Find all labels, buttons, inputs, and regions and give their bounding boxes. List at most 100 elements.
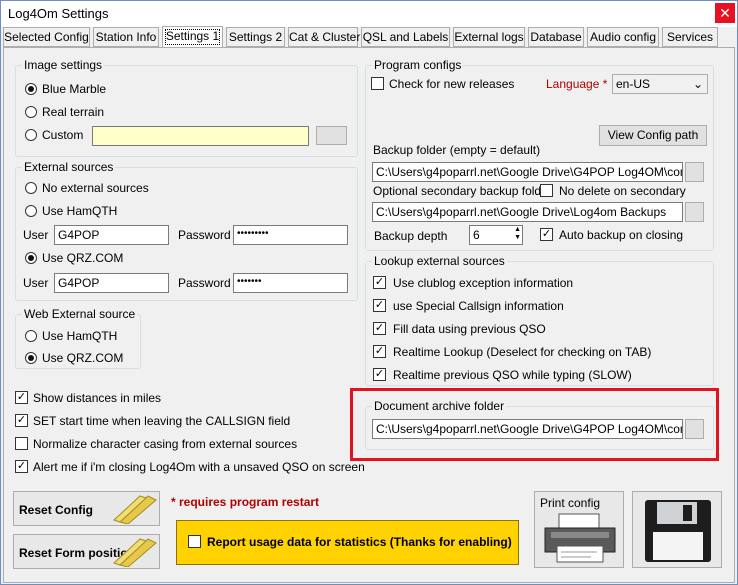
report-usage-checkbox[interactable] bbox=[188, 535, 201, 548]
stepper-arrows-icon[interactable]: ▲ ▼ bbox=[514, 226, 521, 242]
realtime-previous-checkbox[interactable]: ✓ bbox=[373, 368, 386, 381]
web-qrz-label: Use QRZ.COM bbox=[42, 351, 124, 365]
tab-external-logs[interactable]: External logs bbox=[453, 27, 525, 47]
language-label: Language * bbox=[546, 77, 607, 91]
tab-cat-cluster[interactable]: Cat & Cluster bbox=[288, 27, 360, 47]
secondary-folder-input[interactable]: C:\Users\g4poparrl.net\Google Drive\Log4… bbox=[372, 202, 683, 222]
language-select[interactable]: en-US ⌄ bbox=[612, 74, 708, 94]
tab-database[interactable]: Database bbox=[528, 27, 584, 47]
custom-browse-button[interactable] bbox=[316, 126, 347, 145]
wrench-icon bbox=[113, 495, 157, 524]
blue-marble-radio[interactable] bbox=[25, 83, 37, 95]
set-start-time-label: SET start time when leaving the CALLSIGN… bbox=[33, 414, 291, 428]
web-qrz-radio[interactable] bbox=[25, 352, 37, 364]
tab-station-info[interactable]: Station Info bbox=[93, 27, 159, 47]
close-button[interactable]: ✕ bbox=[715, 3, 735, 23]
tab-services[interactable]: Services bbox=[662, 27, 718, 47]
alert-unsaved-checkbox[interactable]: ✓ bbox=[15, 460, 28, 473]
tab-selected-config[interactable]: Selected Config bbox=[3, 27, 90, 47]
wrench-icon bbox=[113, 538, 157, 567]
print-config-button[interactable]: Print config bbox=[534, 491, 624, 568]
real-terrain-label: Real terrain bbox=[42, 105, 105, 119]
qrz-password-input[interactable]: ••••••• bbox=[233, 273, 348, 293]
web-external-legend: Web External source bbox=[22, 307, 138, 321]
reset-config-label: Reset Config bbox=[19, 503, 94, 517]
no-external-label: No external sources bbox=[42, 181, 149, 195]
show-distances-checkbox[interactable]: ✓ bbox=[15, 391, 28, 404]
tab-audio-config[interactable]: Audio config bbox=[587, 27, 659, 47]
alert-unsaved-label: Alert me if i'm closing Log4Om with a un… bbox=[33, 460, 365, 474]
set-start-time-checkbox[interactable]: ✓ bbox=[15, 414, 28, 427]
hamqth-password-label: Password bbox=[178, 228, 231, 242]
realtime-lookup-checkbox[interactable]: ✓ bbox=[373, 345, 386, 358]
report-usage-panel: Report usage data for statistics (Thanks… bbox=[176, 520, 519, 565]
auto-backup-checkbox[interactable]: ✓ bbox=[540, 228, 553, 241]
web-hamqth-radio[interactable] bbox=[25, 330, 37, 342]
language-label-text: Language bbox=[546, 77, 600, 91]
clublog-checkbox[interactable]: ✓ bbox=[373, 276, 386, 289]
language-required-mark: * bbox=[602, 77, 608, 91]
requires-restart-note: * requires program restart bbox=[171, 495, 320, 509]
tab-qsl-labels[interactable]: QSL and Labels bbox=[361, 27, 450, 47]
program-configs-legend: Program configs bbox=[372, 58, 464, 72]
lookup-sources-legend: Lookup external sources bbox=[372, 254, 507, 268]
check-releases-label: Check for new releases bbox=[389, 77, 515, 91]
special-callsign-label: use Special Callsign information bbox=[393, 299, 564, 313]
qrz-password-label: Password bbox=[178, 276, 231, 290]
no-external-radio[interactable] bbox=[25, 182, 37, 194]
title-bar: Log4Om Settings ✕ bbox=[1, 1, 737, 27]
custom-radio[interactable] bbox=[25, 129, 37, 141]
save-button[interactable] bbox=[632, 491, 722, 568]
no-delete-secondary-checkbox[interactable] bbox=[540, 184, 553, 197]
backup-folder-input[interactable]: C:\Users\g4poparrl.net\Google Drive\G4PO… bbox=[372, 162, 683, 182]
normalize-casing-label: Normalize character casing from external… bbox=[33, 437, 298, 451]
no-delete-secondary-label: No delete on secondary bbox=[559, 184, 686, 198]
special-callsign-checkbox[interactable]: ✓ bbox=[373, 299, 386, 312]
auto-backup-label: Auto backup on closing bbox=[559, 228, 684, 242]
printer-icon bbox=[544, 513, 616, 563]
floppy-disk-icon bbox=[645, 500, 711, 562]
use-qrz-label: Use QRZ.COM bbox=[42, 251, 124, 265]
realtime-previous-label: Realtime previous QSO while typing (SLOW… bbox=[393, 368, 632, 382]
backup-depth-stepper[interactable]: 6 ▲ ▼ bbox=[469, 225, 523, 245]
realtime-lookup-label: Realtime Lookup (Deselect for checking o… bbox=[393, 345, 652, 359]
secondary-folder-browse-button[interactable] bbox=[685, 202, 704, 222]
fill-previous-label: Fill data using previous QSO bbox=[393, 322, 546, 336]
chevron-down-icon: ⌄ bbox=[692, 77, 703, 91]
show-distances-label: Show distances in miles bbox=[33, 391, 162, 405]
hamqth-password-input[interactable]: ••••••••• bbox=[233, 225, 348, 245]
backup-folder-browse-button[interactable] bbox=[685, 162, 704, 182]
backup-depth-value: 6 bbox=[473, 228, 480, 242]
use-hamqth-radio[interactable] bbox=[25, 205, 37, 217]
print-config-label: Print config bbox=[540, 496, 601, 510]
close-icon: ✕ bbox=[719, 5, 731, 21]
hamqth-user-label: User bbox=[23, 228, 49, 242]
check-releases-checkbox[interactable] bbox=[371, 77, 384, 90]
hamqth-user-input[interactable]: G4POP bbox=[54, 225, 169, 245]
use-qrz-radio[interactable] bbox=[25, 252, 37, 264]
report-usage-label: Report usage data for statistics (Thanks… bbox=[207, 535, 512, 549]
secondary-backup-label: Optional secondary backup folder bbox=[373, 184, 552, 198]
custom-path-input[interactable] bbox=[92, 126, 309, 146]
use-hamqth-label: Use HamQTH bbox=[42, 204, 118, 218]
settings-window: Log4Om Settings ✕ Selected Config Statio… bbox=[0, 0, 738, 585]
qrz-user-label: User bbox=[23, 276, 49, 290]
window-title: Log4Om Settings bbox=[8, 6, 109, 21]
reset-form-positions-button[interactable]: Reset Form positions bbox=[13, 534, 160, 569]
qrz-user-input[interactable]: G4POP bbox=[54, 273, 169, 293]
fill-previous-checkbox[interactable]: ✓ bbox=[373, 322, 386, 335]
view-config-path-button[interactable]: View Config path bbox=[599, 125, 707, 146]
highlight-box bbox=[350, 388, 719, 461]
normalize-casing-checkbox[interactable] bbox=[15, 437, 28, 450]
image-settings-legend: Image settings bbox=[22, 58, 105, 72]
external-sources-legend: External sources bbox=[22, 160, 116, 174]
blue-marble-label: Blue Marble bbox=[42, 82, 107, 96]
tab-settings-2[interactable]: Settings 2 bbox=[226, 27, 285, 47]
reset-config-button[interactable]: Reset Config bbox=[13, 491, 160, 526]
real-terrain-radio[interactable] bbox=[25, 106, 37, 118]
custom-label: Custom bbox=[42, 128, 84, 142]
tab-settings-1[interactable]: Settings 1 bbox=[162, 26, 223, 48]
backup-depth-label: Backup depth bbox=[374, 229, 448, 243]
language-select-value: en-US bbox=[616, 77, 651, 91]
web-hamqth-label: Use HamQTH bbox=[42, 329, 118, 343]
